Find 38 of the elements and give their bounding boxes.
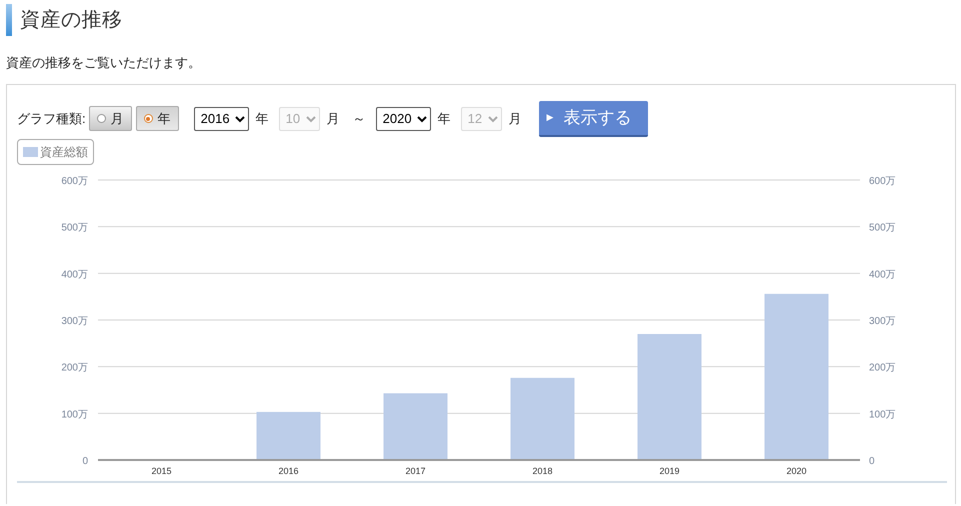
y-axis-label: 500万 (869, 222, 896, 234)
y-axis-label: 400万 (61, 269, 88, 280)
y-axis-label: 200万 (869, 362, 896, 374)
unit-label: 年 (256, 110, 269, 128)
y-axis-label: 300万 (61, 316, 88, 327)
bar (384, 393, 448, 460)
graph-type-radio[interactable]: 年 (136, 106, 179, 131)
bar (256, 412, 320, 460)
y-axis-label: 0 (869, 456, 875, 467)
y-axis-label: 500万 (61, 222, 88, 234)
x-axis-label: 2015 (151, 466, 172, 476)
range-separator: ～ (352, 110, 366, 128)
x-axis-label: 2018 (532, 466, 553, 476)
y-axis-label: 100万 (61, 409, 88, 420)
display-button[interactable]: ▶ 表示する (538, 100, 648, 136)
y-axis-label: 400万 (869, 269, 896, 280)
unit-label: 月 (326, 110, 340, 128)
y-axis-label: 0 (82, 456, 88, 467)
x-axis-label: 2017 (405, 466, 426, 476)
play-icon: ▶ (546, 110, 554, 124)
y-axis-label: 200万 (61, 362, 88, 374)
heading-accent-bar (6, 4, 12, 36)
date-select[interactable]: 2016 (194, 106, 249, 130)
graph-type-radio[interactable]: 月 (88, 106, 132, 131)
y-axis-label: 600万 (61, 176, 88, 187)
x-axis-label: 2019 (659, 466, 680, 476)
y-axis-label: 600万 (869, 176, 896, 187)
legend-label: 資産総額 (40, 144, 88, 161)
date-select[interactable]: 2020 (376, 106, 431, 130)
x-axis-label: 2020 (786, 466, 807, 476)
graph-type-label: グラフ種類: (17, 110, 86, 128)
description-text: 資産の推移をご覧いただけます。 (6, 56, 202, 69)
unit-label: 年 (438, 110, 451, 128)
unit-label: 月 (508, 110, 522, 128)
x-axis-label: 2016 (278, 466, 299, 476)
y-axis-label: 100万 (869, 409, 896, 420)
page-heading: 資産の推移 (20, 8, 122, 33)
y-axis-label: 300万 (869, 316, 896, 327)
